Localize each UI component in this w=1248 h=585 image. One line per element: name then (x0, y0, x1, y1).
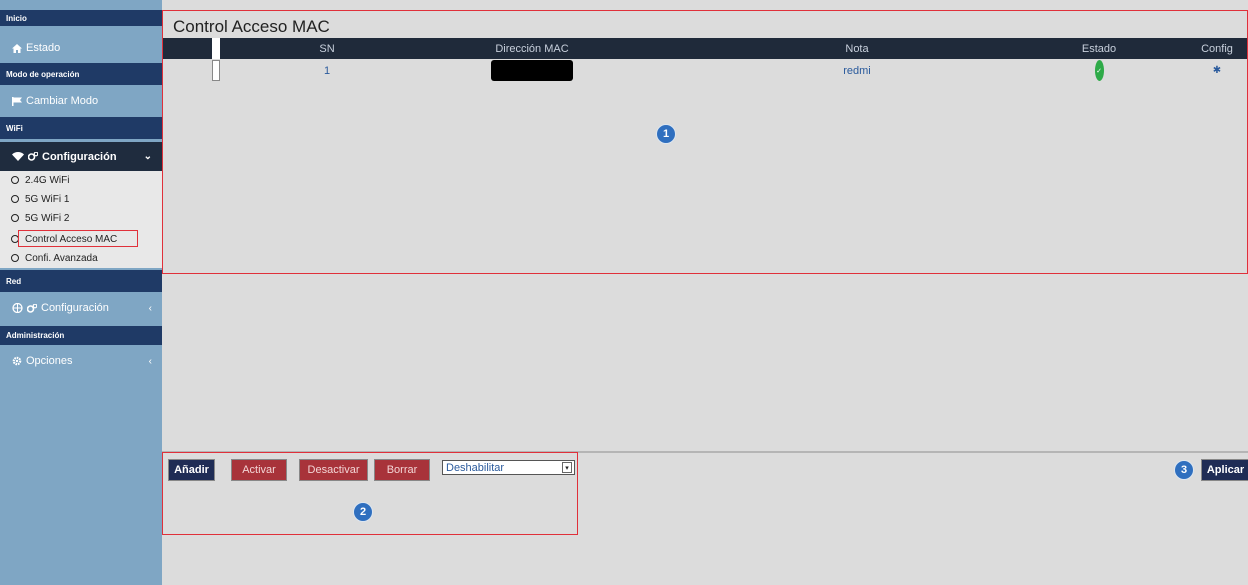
select-value: Deshabilitar (446, 461, 505, 474)
cogs-icon (28, 152, 38, 161)
circle-icon (11, 214, 19, 222)
circle-icon (11, 176, 19, 184)
submenu-label: 5G WiFi 1 (25, 193, 70, 205)
sidebar-item-label: Estado (26, 42, 61, 54)
chevron-left-icon: ‹ (148, 302, 152, 314)
column-header-sn: SN (319, 42, 335, 55)
select-all-checkbox[interactable] (205, 38, 227, 59)
gear-icon (12, 356, 22, 366)
cogs-icon (27, 303, 37, 313)
submenu-label: Control Acceso MAC (25, 233, 118, 245)
table-header: SN Dirección MAC Nota Estado Config (162, 38, 1248, 59)
sidebar-item-wifi-configuracion[interactable]: Configuración ⌄ (0, 142, 162, 171)
sidebar-item-cambiar-modo[interactable]: Cambiar Modo (0, 90, 162, 112)
row-sn: 1 (323, 64, 331, 77)
sidebar: Inicio Estado Modo de operación Cambiar … (0, 0, 162, 585)
submenu-item-5g-wifi-2[interactable]: 5G WiFi 2 (0, 209, 162, 227)
add-button[interactable]: Añadir (168, 459, 215, 481)
submenu-label: 2.4G WiFi (25, 174, 70, 186)
circle-icon (11, 235, 19, 243)
chevron-left-icon: ‹ (148, 355, 152, 367)
chevron-down-icon: ⌄ (143, 151, 152, 162)
row-estado: ✓ (1074, 60, 1124, 81)
sidebar-item-estado[interactable]: Estado (0, 37, 162, 59)
home-icon (12, 43, 22, 53)
column-header-mac: Dirección MAC (495, 42, 569, 55)
deactivate-button[interactable]: Desactivar (299, 459, 368, 481)
row-nota: redmi (843, 64, 871, 77)
sidebar-item-label: Opciones (26, 355, 73, 367)
column-header-estado: Estado (1081, 42, 1117, 55)
callout-badge-2: 2 (353, 502, 373, 522)
flag-icon (12, 96, 22, 106)
submenu-label: Confi. Avanzada (25, 252, 98, 264)
submenu-item-control-acceso-mac[interactable]: Control Acceso MAC (0, 230, 162, 248)
redaction-mark (491, 60, 573, 81)
wifi-icon (12, 152, 24, 161)
main-content: Control Acceso MAC SN Dirección MAC Nota… (162, 0, 1248, 585)
submenu-label: 5G WiFi 2 (25, 212, 70, 224)
wifi-submenu: 2.4G WiFi 5G WiFi 1 5G WiFi 2 Control Ac… (0, 171, 162, 268)
row-mac-redacted (472, 60, 592, 81)
callout-badge-1: 1 (656, 124, 676, 144)
table-row: 1 redmi ✓ ✱ (162, 60, 1248, 81)
submenu-item-confi-avanzada[interactable]: Confi. Avanzada (0, 249, 162, 267)
section-red: Red (0, 270, 162, 292)
divider (162, 451, 1248, 453)
activate-button[interactable]: Activar (231, 459, 287, 481)
sidebar-item-label: Configuración (42, 150, 117, 163)
page-title: Control Acceso MAC (173, 17, 330, 36)
check-circle-icon: ✓ (1094, 60, 1104, 81)
row-config[interactable]: ✱ (1192, 60, 1242, 81)
sidebar-item-red-configuracion[interactable]: Configuración ‹ (0, 297, 162, 319)
sidebar-item-opciones[interactable]: Opciones ‹ (0, 350, 162, 372)
circle-icon (11, 254, 19, 262)
section-modo-operacion: Modo de operación (0, 63, 162, 85)
submenu-item-2-4g-wifi[interactable]: 2.4G WiFi (0, 171, 162, 189)
gear-icon: ✱ (1212, 65, 1222, 76)
section-administracion: Administración (0, 326, 162, 345)
section-inicio: Inicio (0, 10, 162, 26)
submenu-item-5g-wifi-1[interactable]: 5G WiFi 1 (0, 190, 162, 208)
column-header-nota: Nota (845, 42, 869, 55)
network-icon (12, 303, 23, 313)
column-header-config: Config (1201, 42, 1233, 55)
sidebar-item-label: Cambiar Modo (26, 95, 99, 107)
delete-button[interactable]: Borrar (374, 459, 430, 481)
circle-icon (11, 195, 19, 203)
chevron-down-icon: ▾ (562, 462, 572, 473)
row-checkbox[interactable] (205, 60, 227, 81)
section-wifi: WiFi (0, 117, 162, 139)
sidebar-item-label: Configuración (41, 302, 109, 314)
callout-badge-3: 3 (1174, 460, 1194, 480)
apply-button[interactable]: Aplicar (1201, 459, 1248, 481)
mode-select[interactable]: Deshabilitar ▾ (442, 460, 575, 475)
